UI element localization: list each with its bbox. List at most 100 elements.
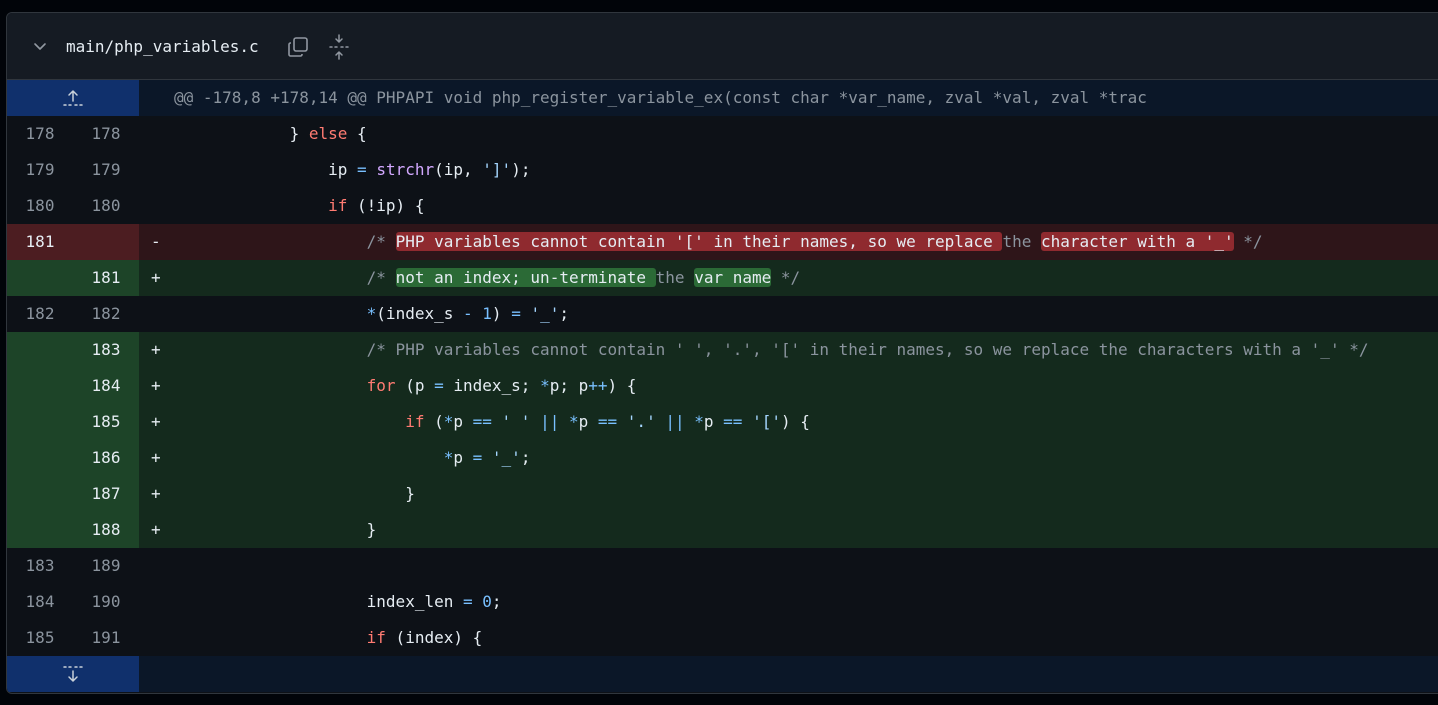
old-line-number[interactable]: 184: [7, 584, 73, 620]
code-token: if: [405, 412, 425, 431]
code-token: =: [434, 376, 444, 395]
code-token: '_': [491, 448, 521, 467]
old-line-number[interactable]: [7, 332, 73, 368]
code-token: ) {: [607, 376, 637, 395]
old-line-number[interactable]: [7, 440, 73, 476]
new-line-number[interactable]: 191: [73, 620, 139, 656]
new-line-number[interactable]: 186: [73, 440, 139, 476]
code-token: (index_s: [376, 304, 463, 323]
expand-up-icon: [63, 90, 83, 106]
new-line-number[interactable]: 180: [73, 188, 139, 224]
context-line: 185 191 if (index) {: [7, 620, 1438, 656]
code-token: not an index; un-terminate: [395, 268, 656, 287]
new-line-number[interactable]: 190: [73, 584, 139, 620]
code-token: ;: [491, 592, 502, 611]
added-line: 188 + }: [7, 512, 1438, 548]
new-line-number[interactable]: 188: [73, 512, 139, 548]
diff-marker: -: [151, 232, 161, 251]
code-cell: ip = strchr(ip, ']');: [139, 152, 1438, 188]
code-token: ) {: [780, 412, 810, 431]
new-line-number[interactable]: 189: [73, 548, 139, 584]
code-token: p: [453, 448, 473, 467]
code-token: var name: [694, 268, 772, 287]
code-text: if (index) {: [174, 620, 483, 656]
code-token: ||: [540, 412, 560, 431]
code-token: index_s;: [443, 376, 541, 395]
code-token: }: [366, 520, 377, 539]
new-line-number[interactable]: 182: [73, 296, 139, 332]
old-line-number[interactable]: [7, 404, 73, 440]
code-token: }: [289, 124, 309, 143]
new-line-number[interactable]: 179: [73, 152, 139, 188]
code-text: } else {: [174, 116, 367, 152]
code-token: =: [511, 304, 521, 323]
code-text: if (*p == ' ' || *p == '.' || *p == '[')…: [174, 404, 810, 440]
code-token: {: [347, 124, 367, 143]
code-token: -: [463, 304, 473, 323]
old-line-number[interactable]: 180: [7, 188, 73, 224]
diff-file-card: main/php_variables.c @@ -178,8 +178,14 @…: [6, 12, 1438, 694]
old-line-number[interactable]: [7, 476, 73, 512]
old-line-number[interactable]: 182: [7, 296, 73, 332]
file-path[interactable]: main/php_variables.c: [66, 37, 259, 56]
old-line-number[interactable]: [7, 368, 73, 404]
file-header: main/php_variables.c: [7, 13, 1438, 80]
new-line-number[interactable]: 181: [73, 260, 139, 296]
code-text: }: [174, 476, 415, 512]
collapse-file-button[interactable]: [27, 33, 53, 59]
old-line-number[interactable]: 179: [7, 152, 73, 188]
old-line-number[interactable]: 181: [7, 224, 73, 260]
code-token: p: [578, 412, 598, 431]
copy-path-button[interactable]: [284, 33, 312, 61]
expand-footer-space: [139, 656, 1438, 692]
code-token: (p: [395, 376, 435, 395]
hunk-header: @@ -178,8 +178,14 @@ PHPAPI void php_reg…: [139, 80, 1438, 116]
code-token: }: [405, 484, 415, 503]
new-line-number[interactable]: 178: [73, 116, 139, 152]
hunk-header-row: @@ -178,8 +178,14 @@ PHPAPI void php_reg…: [7, 80, 1438, 116]
context-line: 180 180 if (!ip) {: [7, 188, 1438, 224]
code-token: '.': [626, 412, 656, 431]
new-line-number[interactable]: [73, 224, 139, 260]
code-token: ;: [559, 304, 570, 323]
old-line-number[interactable]: 183: [7, 548, 73, 584]
code-token: =: [472, 448, 483, 467]
code-token: PHP variables cannot contain '[' in thei…: [395, 232, 1003, 251]
expand-up-button[interactable]: [7, 80, 139, 116]
code-token: ip: [328, 160, 358, 179]
expand-all-button[interactable]: [325, 33, 353, 61]
old-line-number[interactable]: 185: [7, 620, 73, 656]
diff-marker: +: [151, 520, 161, 539]
code-token: );: [511, 160, 531, 179]
code-token: *: [366, 304, 377, 323]
diff-marker: +: [151, 412, 161, 431]
code-text: *(index_s - 1) = '_';: [174, 296, 569, 332]
code-token: *: [443, 412, 454, 431]
code-token: /*: [366, 268, 396, 287]
code-cell: [139, 548, 1438, 584]
code-text: index_len = 0;: [174, 584, 502, 620]
old-line-number[interactable]: [7, 512, 73, 548]
old-line-number[interactable]: [7, 260, 73, 296]
new-line-number[interactable]: 187: [73, 476, 139, 512]
new-line-number[interactable]: 183: [73, 332, 139, 368]
old-line-number[interactable]: 178: [7, 116, 73, 152]
new-line-number[interactable]: 185: [73, 404, 139, 440]
new-line-number[interactable]: 184: [73, 368, 139, 404]
code-token: '[': [752, 412, 781, 431]
code-token: /* PHP variables cannot contain ' ', '.'…: [366, 340, 1369, 359]
expand-down-button[interactable]: [7, 656, 139, 692]
code-token: ==: [472, 412, 492, 431]
code-token: /*: [366, 232, 396, 251]
code-token: ']': [482, 160, 512, 179]
